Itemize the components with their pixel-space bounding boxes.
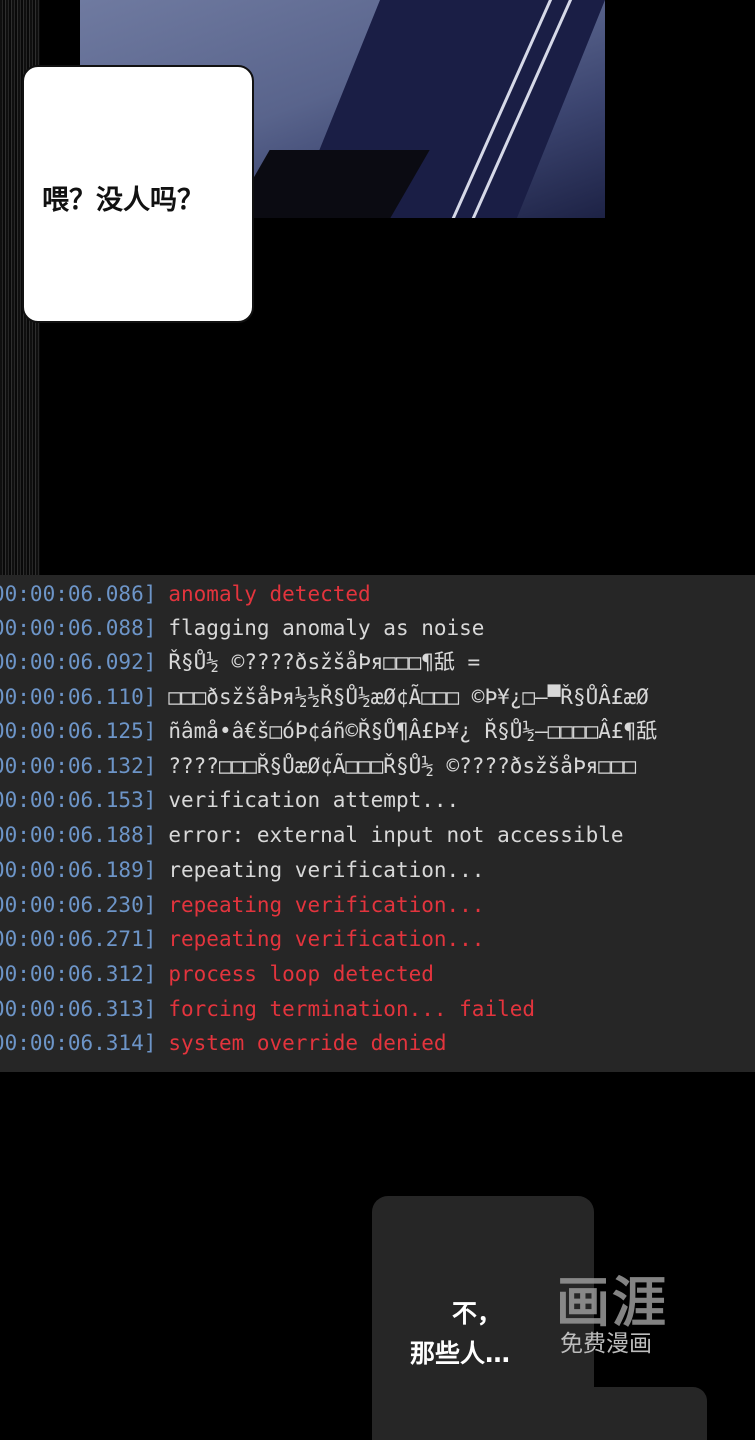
log-timestamp: 00:00:06.110] — [0, 685, 157, 709]
log-timestamp: 00:00:06.312] — [0, 962, 157, 986]
log-timestamp: 00:00:06.188] — [0, 823, 157, 847]
speech-bubble-text: 喂？没人吗？ — [42, 185, 204, 216]
log-row: 00:00:06.086] anomaly detected — [0, 577, 371, 611]
comic-panel-bottom: 画涯 免费漫画 不， 那些人… — [0, 1072, 755, 1440]
log-row: 00:00:06.088] flagging anomaly as noise — [0, 611, 484, 645]
log-row: 00:00:06.313] forcing termination... fail… — [0, 992, 535, 1026]
log-message: □□□ðsžšåÞя½½Ř§Ů½æØ¢Ã□□□ ©Þ¥¿□–▀Ř§ŮÂ£æØ — [168, 685, 649, 709]
log-row: 00:00:06.110] □□□ðsžšåÞя½½Ř§Ů½æØ¢Ã□□□ ©Þ¥… — [0, 680, 649, 714]
log-timestamp: 00:00:06.086] — [0, 582, 157, 606]
log-timestamp: 00:00:06.132] — [0, 754, 157, 778]
log-row: 00:00:06.153] verification attempt... — [0, 783, 459, 817]
log-timestamp: 00:00:06.088] — [0, 616, 157, 640]
log-timestamp: 00:00:06.271] — [0, 927, 157, 951]
log-timestamp: 00:00:06.153] — [0, 788, 157, 812]
log-message: repeating verification... — [168, 893, 485, 917]
log-timestamp: 00:00:06.314] — [0, 1031, 157, 1055]
log-message: repeating verification... — [168, 927, 485, 951]
log-timestamp: 00:00:06.189] — [0, 858, 157, 882]
log-row: 00:00:06.132] ????□□□Ř§ŮæØ¢Ã□□□Ř§Ů½ ©????… — [0, 749, 636, 783]
log-row: 00:00:06.230] repeating verification... — [0, 888, 484, 922]
log-message: error: external input not accessible — [168, 823, 624, 847]
comic-panel-top: 喂？没人吗？ — [0, 0, 755, 575]
caption-box-extension — [372, 1387, 707, 1440]
log-message: flagging anomaly as noise — [168, 616, 485, 640]
log-message: process loop detected — [168, 962, 434, 986]
log-message: ????□□□Ř§ŮæØ¢Ã□□□Ř§Ů½ ©????ðsžšåÞя□□□ — [168, 754, 637, 778]
log-row: 00:00:06.314] system override denied — [0, 1026, 447, 1060]
log-message: verification attempt... — [168, 788, 460, 812]
log-timestamp: 00:00:06.092] — [0, 650, 157, 674]
log-message: ñâmå•â€š□óÞ¢áñ©Ř§Ů¶Â£Þ¥¿ Ř§Ů½—□□□□Â£¶舐 — [168, 719, 658, 743]
log-row: 00:00:06.271] repeating verification... — [0, 922, 484, 956]
log-message: system override denied — [168, 1031, 447, 1055]
terminal-log-panel: 00:00:06.086] anomaly detected 00:00:06.0… — [0, 575, 755, 1072]
log-message: forcing termination... failed — [168, 997, 536, 1021]
watermark-subtitle: 免费漫画 — [560, 1331, 652, 1357]
caption-line-1: 不， — [452, 1299, 503, 1328]
log-row: 00:00:06.188] error: external input not a… — [0, 818, 624, 852]
log-timestamp: 00:00:06.125] — [0, 719, 157, 743]
log-row: 00:00:06.125] ñâmå•â€š□óÞ¢áñ©Ř§Ů¶Â£Þ¥¿ Ř§… — [0, 714, 657, 748]
log-row: 00:00:06.189] repeating verification... — [0, 853, 484, 887]
log-row: 00:00:06.092] Ř§Ů½ ©????ðsžšåÞя□□□¶舐 = — [0, 645, 480, 679]
log-message: Ř§Ů½ ©????ðsžšåÞя□□□¶舐 = — [168, 650, 481, 674]
caption-line-2: 那些人… — [410, 1339, 511, 1368]
log-timestamp: 00:00:06.313] — [0, 997, 157, 1021]
log-row: 00:00:06.312] process loop detected — [0, 957, 434, 991]
log-message: anomaly detected — [168, 582, 371, 606]
log-timestamp: 00:00:06.230] — [0, 893, 157, 917]
log-message: repeating verification... — [168, 858, 485, 882]
